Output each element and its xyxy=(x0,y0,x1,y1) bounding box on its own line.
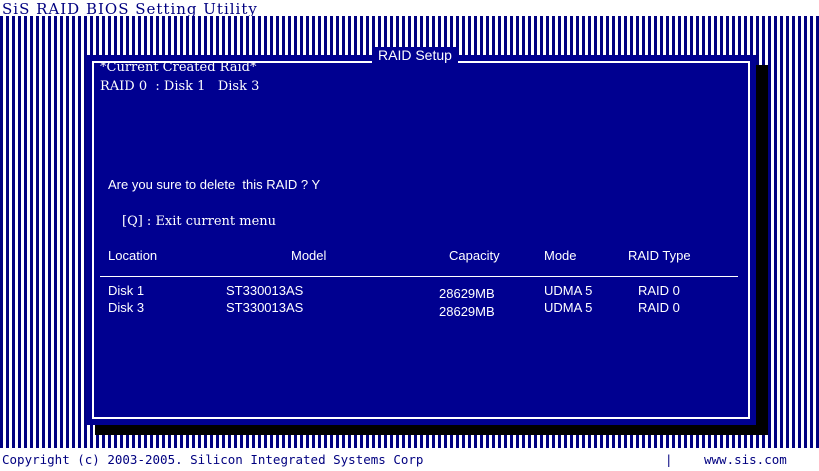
cell-location: Disk 3 xyxy=(108,300,145,315)
cell-mode: UDMA 5 xyxy=(544,283,593,298)
exit-hint: [Q] : Exit current menu xyxy=(122,214,277,229)
copyright-notice: Copyright (c) 2003-2005. Silicon Integra… xyxy=(2,452,424,467)
column-header-location: Location xyxy=(108,248,158,263)
column-header-model: Model xyxy=(291,248,327,263)
dialog-border xyxy=(92,61,750,419)
cell-capacity: 28629MB xyxy=(439,304,495,319)
column-header-mode: Mode xyxy=(544,248,577,263)
column-header-raid-type: RAID Type xyxy=(628,248,691,263)
created-raid-heading: *Current Created Raid* xyxy=(100,60,257,75)
table-header-rule xyxy=(100,276,738,277)
raid-member-line: RAID 0 : Disk 1 Disk 3 xyxy=(100,79,260,94)
raid-setup-dialog: RAID Setup *Current Created Raid* RAID 0… xyxy=(86,47,756,425)
column-header-capacity: Capacity xyxy=(449,248,500,263)
cell-location: Disk 1 xyxy=(108,283,145,298)
cell-mode: UDMA 5 xyxy=(544,300,593,315)
dialog-title: RAID Setup xyxy=(372,47,458,63)
cell-model: ST330013AS xyxy=(226,300,304,315)
vendor-url: www.sis.com xyxy=(704,452,787,467)
delete-confirm-prompt[interactable]: Are you sure to delete this RAID ? Y xyxy=(108,177,320,192)
cell-raid-type: RAID 0 xyxy=(638,300,680,315)
cell-model: ST330013AS xyxy=(226,283,304,298)
footer-separator: | xyxy=(665,452,673,467)
cell-raid-type: RAID 0 xyxy=(638,283,680,298)
cell-capacity: 28629MB xyxy=(439,286,495,301)
